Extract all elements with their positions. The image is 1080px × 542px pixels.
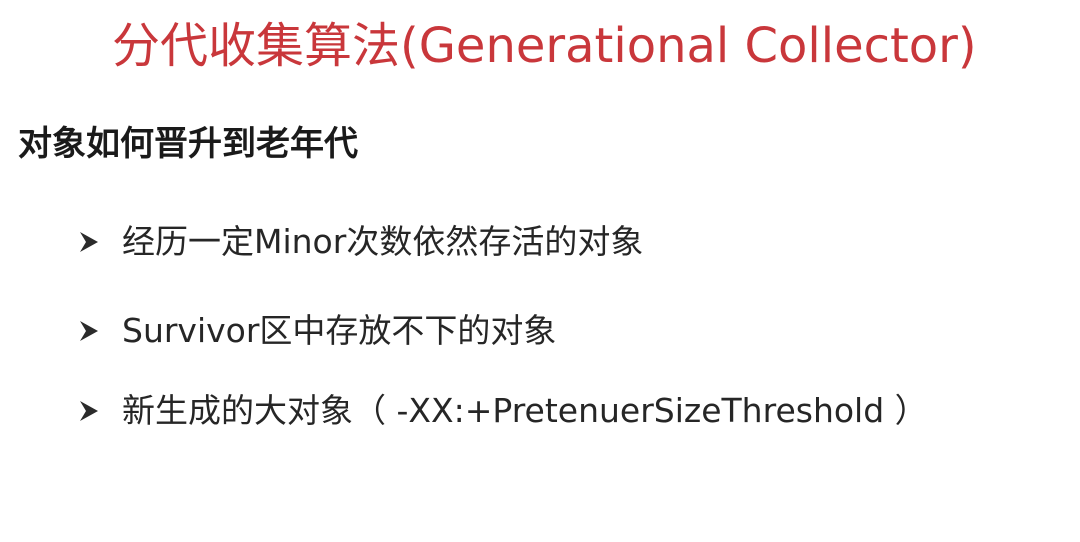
- arrowhead-bullet-icon: [80, 401, 98, 421]
- list-item: 新生成的大对象（ -XX:+PretenuerSizeThreshold ）: [78, 389, 928, 433]
- slide: 分代收集算法(Generational Collector) 对象如何晋升到老年…: [0, 0, 1080, 542]
- bullet-list: 经历一定Minor次数依然存活的对象 Survivor区中存放不下的对象 新生成…: [0, 0, 1080, 542]
- arrowhead-bullet-icon: [80, 321, 98, 341]
- bullet-text: Survivor区中存放不下的对象: [122, 311, 557, 350]
- arrowhead-bullet-icon: [80, 232, 98, 252]
- list-item: 经历一定Minor次数依然存活的对象: [78, 220, 643, 264]
- bullet-text: 经历一定Minor次数依然存活的对象: [122, 222, 644, 261]
- list-item: Survivor区中存放不下的对象: [78, 309, 556, 353]
- bullet-text: 新生成的大对象（ -XX:+PretenuerSizeThreshold ）: [122, 391, 928, 430]
